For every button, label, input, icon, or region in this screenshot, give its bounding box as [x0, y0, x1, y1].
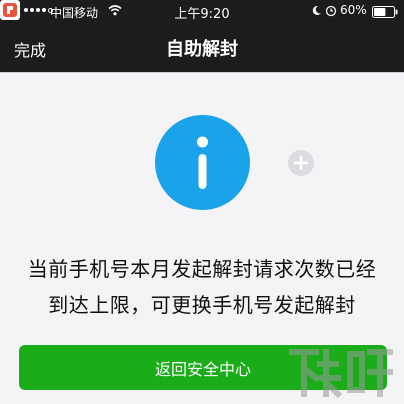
floating-plus-icon[interactable] — [287, 149, 315, 177]
done-button[interactable]: 完成 — [14, 37, 46, 61]
page-title: 自助解封 — [166, 39, 238, 60]
status-bar: 中国移动 上午9:20 60% — [0, 0, 404, 24]
top-bar: 中国移动 上午9:20 60% 完成 自助解封 — [0, 0, 404, 72]
nav-bar: 完成 自助解封 — [0, 24, 404, 72]
nav-divider — [0, 72, 404, 73]
screen: 中国移动 上午9:20 60% 完成 自助解封 当前手机号本月发起解封请求次数已… — [0, 0, 404, 404]
battery-icon — [372, 6, 398, 18]
limit-message: 当前手机号本月发起解封请求次数已经到达上限，可更换手机号发起解封 — [27, 257, 377, 317]
battery-percent: 60% — [340, 3, 367, 17]
moon-icon — [312, 5, 321, 15]
back-button-label: 返回安全中心 — [154, 359, 251, 379]
back-to-security-center-button[interactable]: 返回安全中心 — [19, 345, 387, 390]
alarm-clock-icon — [325, 5, 337, 17]
info-icon — [155, 115, 250, 210]
